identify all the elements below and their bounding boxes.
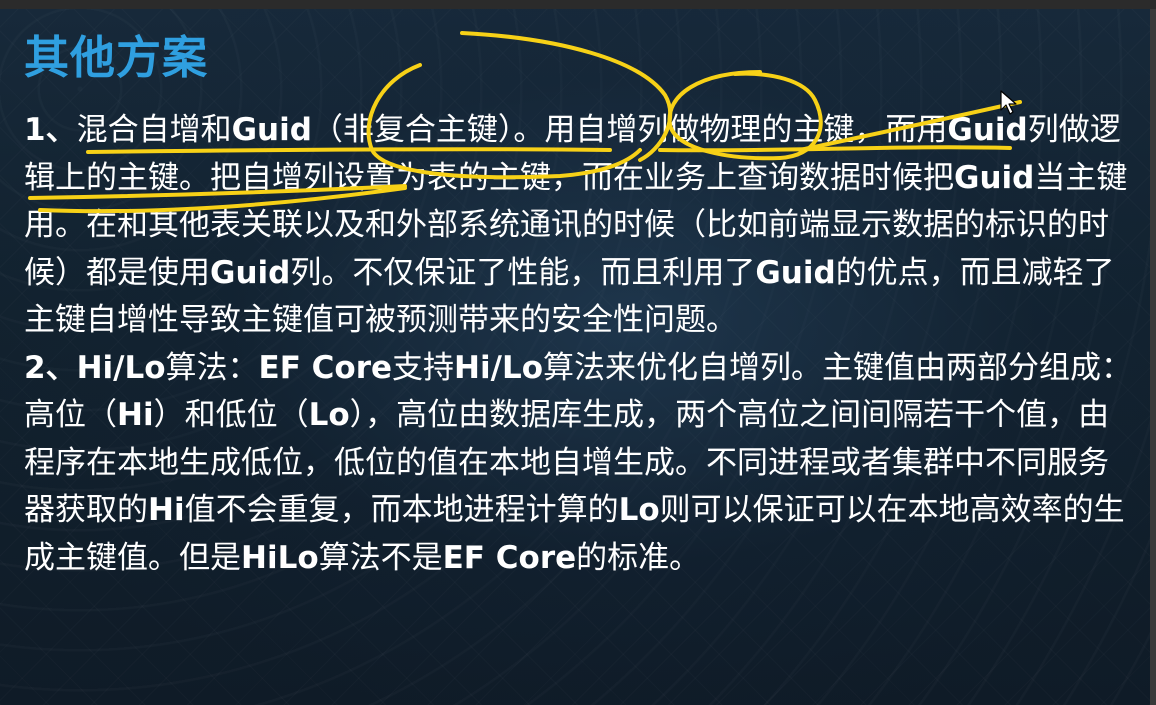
bold-term: Hi — [117, 397, 154, 433]
item-number: 1、 — [24, 112, 77, 148]
mouse-cursor-icon — [1000, 90, 1017, 115]
text-run: 算法不是 — [318, 539, 443, 576]
bold-term: Lo — [308, 397, 350, 433]
text-run: 支持 — [392, 349, 455, 386]
screen: 其他方案 1、混合自增和Guid（非复合主键）。用自增列做物理的主键，而用Gui… — [0, 0, 1156, 705]
slide-content: 1、混合自增和Guid（非复合主键）。用自增列做物理的主键，而用Guid列做逻辑… — [24, 107, 1134, 582]
item-number: 2、 — [24, 349, 77, 386]
text-run: ）和低位（ — [153, 397, 309, 433]
bold-term: EF Core — [258, 349, 393, 386]
bold-term: Guid — [947, 112, 1028, 148]
bold-term: EF Core — [442, 539, 577, 576]
text-run: 列。不仅保证了性能，而且利用了 — [290, 254, 756, 291]
text-run: 的标准。 — [576, 539, 701, 576]
text-run: 混合自增和 — [76, 112, 232, 148]
window-right-edge — [1150, 9, 1156, 705]
paragraph-1: 1、混合自增和Guid（非复合主键）。用自增列做物理的主键，而用Guid列做逻辑… — [24, 107, 1134, 345]
bold-term: Hi — [148, 492, 185, 528]
bold-term: Guid — [755, 254, 836, 291]
bold-term: Lo — [618, 492, 660, 528]
bold-term: Hi/Lo — [76, 349, 166, 386]
text-run: （非复合主键）。用自增列做物理的主键，而用 — [311, 112, 948, 148]
slide-title: 其他方案 — [24, 31, 209, 84]
bold-term: HiLo — [241, 539, 319, 576]
bold-term: Guid — [954, 159, 1035, 196]
bold-term: Guid — [231, 112, 312, 148]
bold-term: Guid — [210, 254, 291, 291]
text-run: 算法： — [165, 349, 259, 386]
window-top-bar — [0, 0, 1156, 9]
presentation-slide: 其他方案 1、混合自增和Guid（非复合主键）。用自增列做物理的主键，而用Gui… — [0, 9, 1150, 705]
paragraph-2: 2、Hi/Lo算法：EF Core支持Hi/Lo算法来优化自增列。主键值由两部分… — [24, 345, 1134, 583]
text-run: 值不会重复，而本地进程计算的 — [184, 492, 619, 528]
bold-term: Hi/Lo — [454, 349, 543, 386]
